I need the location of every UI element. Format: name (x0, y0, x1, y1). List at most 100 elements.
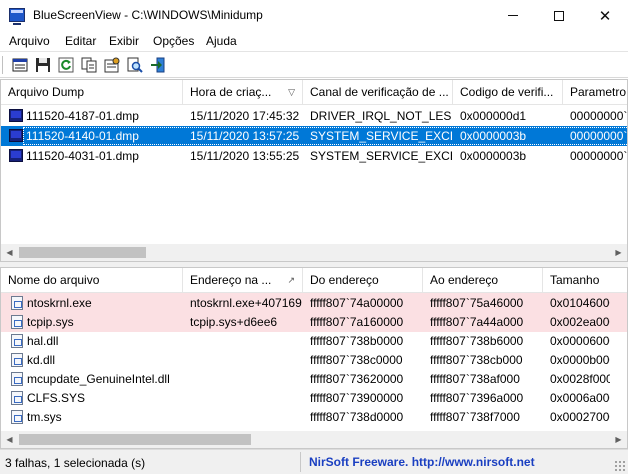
find-icon[interactable] (127, 57, 143, 73)
table-row[interactable]: 111520-4187-01.dmp 15/11/2020 17:45:32 D… (1, 106, 628, 126)
column-ao-endereco[interactable]: Ao endereço (423, 268, 543, 293)
driver-to-address: fffff807`738af000 (430, 372, 520, 386)
scroll-right-icon[interactable]: ▶ (610, 244, 627, 261)
driver-size: 0x0028f000 (550, 372, 610, 386)
crash-dump-list-header: Arquivo Dump Hora de criaç... ▽ Canal de… (1, 80, 627, 105)
dump-bug-check-string: DRIVER_IRQL_NOT_LESS... (310, 109, 452, 123)
driver-from-address: fffff807`738c0000 (310, 353, 403, 367)
dump-crash-time: 15/11/2020 13:55:25 (190, 149, 300, 163)
driver-file-icon (11, 391, 23, 405)
scroll-left-icon[interactable]: ◀ (1, 244, 18, 261)
driver-file-name: tm.sys (27, 410, 62, 424)
scroll-right-icon[interactable]: ▶ (610, 431, 627, 448)
dump-crash-time: 15/11/2020 13:57:25 (190, 129, 300, 143)
column-codigo-de-verificacao[interactable]: Codigo de verifi... (453, 80, 563, 105)
title-bar: BlueScreenView - C:\WINDOWS\Minidump ✕ (0, 0, 628, 31)
status-summary: 3 falhas, 1 selecionada (s) (5, 456, 146, 470)
dump-parameter-1: 00000000`c0 (570, 129, 628, 143)
driver-from-address: fffff807`7a160000 (310, 315, 404, 329)
driver-size: 0x0000b000 (550, 353, 610, 367)
driver-from-address: fffff807`738b0000 (310, 334, 404, 348)
table-row-selected[interactable]: 111520-4140-01.dmp 15/11/2020 13:57:25 S… (1, 126, 628, 146)
column-tamanho[interactable]: Tamanho (543, 268, 627, 293)
driver-file-icon (11, 410, 23, 424)
driver-file-name: CLFS.SYS (27, 391, 86, 405)
menu-ajuda[interactable]: Ajuda (206, 34, 237, 48)
column-arquivo-dump[interactable]: Arquivo Dump (1, 80, 183, 105)
save-icon[interactable] (35, 57, 51, 73)
menu-editar[interactable]: Editar (65, 34, 96, 48)
table-row[interactable]: hal.dll fffff807`738b0000 fffff807`738b6… (1, 331, 627, 351)
menu-opcoes[interactable]: Opções (153, 34, 194, 48)
toolbar-grip[interactable] (2, 56, 5, 74)
dump-file-name: 111520-4031-01.dmp (26, 149, 139, 163)
table-row[interactable]: kd.dll fffff807`738c0000 fffff807`738cb0… (1, 350, 627, 370)
scrollbar-thumb[interactable] (19, 247, 146, 258)
driver-file-icon (11, 372, 23, 386)
close-button[interactable]: ✕ (582, 0, 628, 31)
table-row[interactable]: mcupdate_GenuineIntel.dll fffff807`73620… (1, 369, 627, 389)
driver-file-icon (11, 296, 23, 310)
dump-file-icon (9, 109, 23, 122)
maximize-icon (554, 10, 564, 21)
bottom-horizontal-scrollbar[interactable]: ◀ ▶ (1, 431, 627, 448)
column-endereco-na-pilha[interactable]: Endereço na ... ↗ (183, 268, 303, 293)
column-canal-de-verificacao[interactable]: Canal de verificação de ... (303, 80, 453, 105)
driver-file-name: kd.dll (27, 353, 56, 367)
properties-icon[interactable] (104, 57, 120, 73)
nirsoft-link[interactable]: NirSoft Freeware. http://www.nirsoft.net (309, 455, 535, 469)
window-title: BlueScreenView - C:\WINDOWS\Minidump (33, 8, 263, 22)
driver-to-address: fffff807`7396a000 (430, 391, 524, 405)
driver-list-header: Nome do arquivo Endereço na ... ↗ Do end… (1, 268, 627, 293)
table-row[interactable]: 111520-4031-01.dmp 15/11/2020 13:55:25 S… (1, 146, 627, 166)
driver-to-address: fffff807`75a46000 (430, 296, 524, 310)
dump-file-name: 111520-4187-01.dmp (26, 109, 139, 123)
table-row[interactable]: tcpip.sys tcpip.sys+d6ee6 fffff807`7a160… (1, 312, 627, 332)
close-icon: ✕ (598, 7, 612, 25)
resize-grip-icon[interactable] (614, 460, 626, 472)
dump-bug-check-string: SYSTEM_SERVICE_EXCEP... (310, 149, 452, 163)
dump-file-icon (9, 149, 23, 162)
toolbar (0, 51, 628, 78)
scroll-left-icon[interactable]: ◀ (1, 431, 18, 448)
minimize-icon (508, 15, 518, 16)
sort-descending-icon: ▽ (288, 87, 295, 97)
scrollbar-thumb[interactable] (19, 434, 251, 445)
column-do-endereco[interactable]: Do endereço (303, 268, 423, 293)
dump-bug-check-string: SYSTEM_SERVICE_EXCEP... (310, 129, 452, 143)
driver-size: 0x00006000 (550, 334, 610, 348)
driver-from-address: fffff807`73900000 (310, 391, 404, 405)
driver-to-address: fffff807`7a44a000 (430, 315, 524, 329)
exit-icon[interactable] (150, 57, 166, 73)
dump-bug-check-code: 0x0000003b (460, 149, 527, 163)
table-row[interactable]: CLFS.SYS fffff807`73900000 fffff807`7396… (1, 388, 627, 408)
menu-exibir[interactable]: Exibir (109, 34, 139, 48)
column-parametro-1[interactable]: Parametro 1 (563, 80, 627, 105)
top-horizontal-scrollbar[interactable]: ◀ ▶ (1, 244, 627, 261)
driver-file-icon (11, 353, 23, 367)
driver-stack-address (190, 331, 302, 351)
driver-file-name: tcpip.sys (27, 315, 74, 329)
driver-stack-address (190, 407, 302, 427)
table-row[interactable]: ntoskrnl.exe ntoskrnl.exe+407169 fffff80… (1, 293, 627, 313)
menu-arquivo[interactable]: Arquivo (9, 34, 50, 48)
copy-icon[interactable] (81, 57, 97, 73)
dump-file-name: 111520-4140-01.dmp (26, 129, 139, 143)
driver-list: Nome do arquivo Endereço na ... ↗ Do end… (0, 267, 628, 449)
column-nome-do-arquivo[interactable]: Nome do arquivo (1, 268, 183, 293)
table-row[interactable]: tm.sys fffff807`738d0000 fffff807`738f70… (1, 407, 627, 427)
dump-bug-check-code: 0x0000003b (460, 129, 527, 143)
driver-from-address: fffff807`738d0000 (310, 410, 404, 424)
driver-from-address: fffff807`74a00000 (310, 296, 404, 310)
dump-parameter-1: 00000000`00 (570, 109, 628, 123)
status-bar: 3 falhas, 1 selecionada (s) NirSoft Free… (0, 449, 628, 474)
driver-file-icon (11, 315, 23, 329)
refresh-icon[interactable] (58, 57, 74, 73)
minimize-button[interactable] (490, 0, 536, 31)
dump-file-icon (9, 129, 23, 142)
driver-size: 0x002ea000 (550, 315, 610, 329)
maximize-button[interactable] (536, 0, 582, 31)
options-icon[interactable] (12, 57, 28, 73)
column-hora-de-criacao[interactable]: Hora de criaç... ▽ (183, 80, 303, 105)
menu-bar: Arquivo Editar Exibir Opções Ajuda (0, 31, 628, 51)
